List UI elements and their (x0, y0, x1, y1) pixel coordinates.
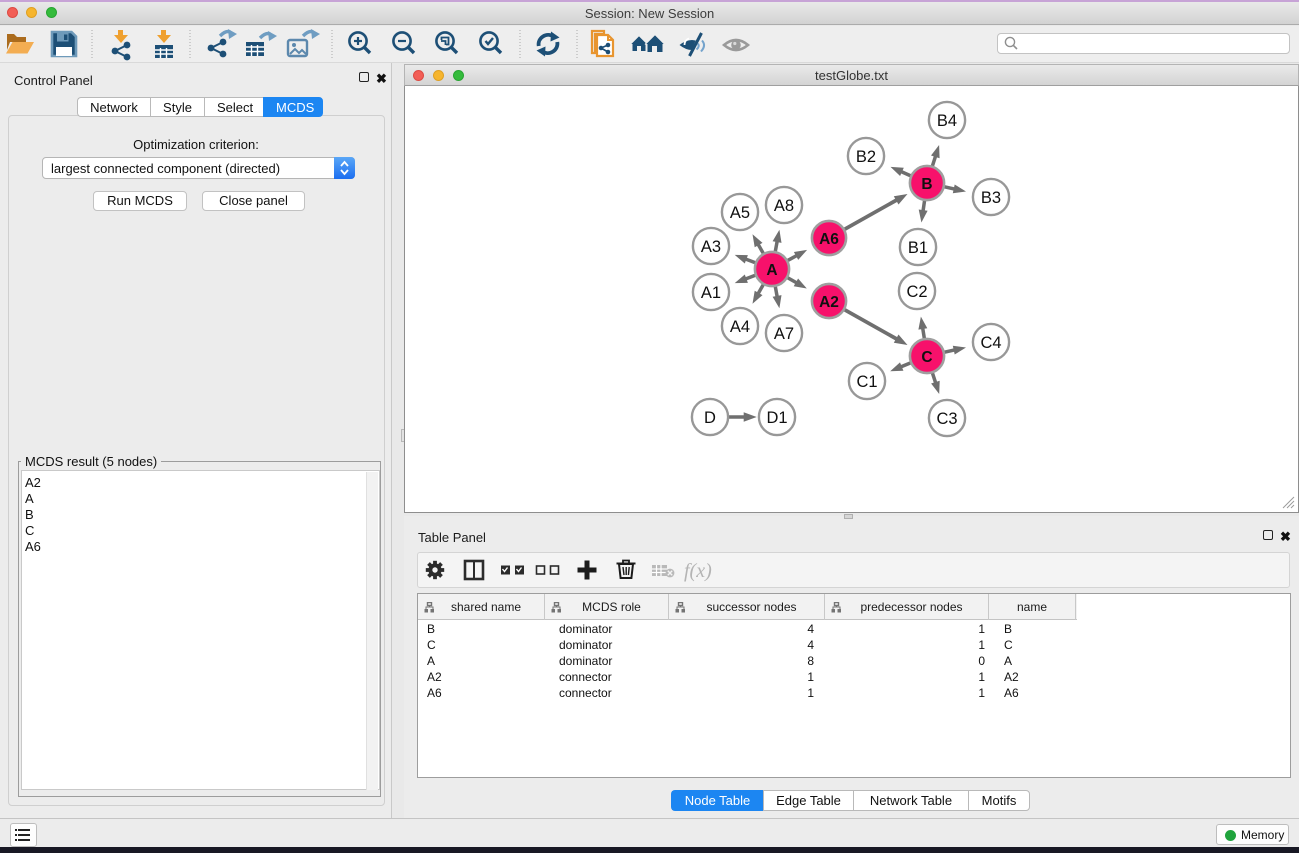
svg-text:B4: B4 (937, 112, 957, 130)
svg-text:C: C (921, 349, 932, 366)
svg-text:A1: A1 (701, 284, 721, 302)
svg-text:A2: A2 (819, 294, 839, 311)
svg-text:A7: A7 (774, 325, 794, 343)
svg-text:D: D (704, 409, 716, 427)
svg-text:A8: A8 (774, 197, 794, 215)
svg-text:f(x): f(x) (684, 560, 712, 582)
svg-text:C4: C4 (980, 334, 1001, 352)
svg-text:C2: C2 (906, 283, 927, 301)
svg-text:C3: C3 (936, 410, 957, 428)
svg-text:A5: A5 (730, 204, 750, 222)
svg-text:A: A (766, 262, 777, 279)
svg-text:B1: B1 (908, 239, 928, 257)
svg-text:B3: B3 (981, 189, 1001, 207)
svg-text:A3: A3 (701, 238, 721, 256)
svg-text:D1: D1 (766, 409, 787, 427)
svg-text:A6: A6 (819, 231, 839, 248)
svg-text:C1: C1 (856, 373, 877, 391)
svg-text:A4: A4 (730, 318, 750, 336)
svg-text:B2: B2 (856, 148, 876, 166)
svg-text:B: B (921, 176, 932, 193)
